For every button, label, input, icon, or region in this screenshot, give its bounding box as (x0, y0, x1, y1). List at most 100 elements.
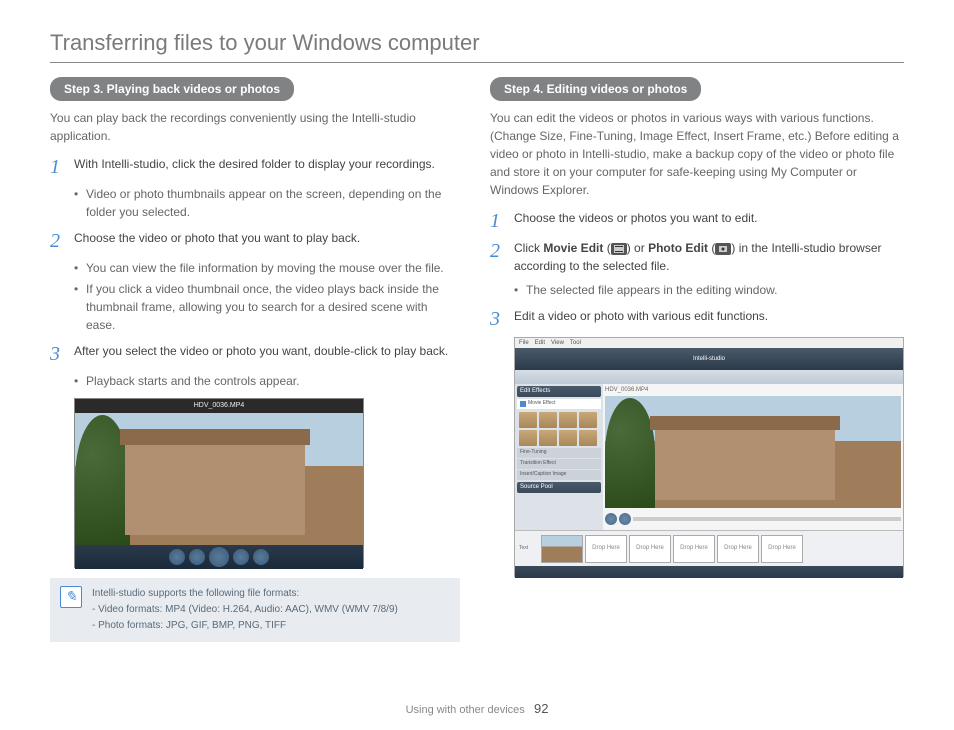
step4-text1: Choose the videos or photos you want to … (514, 209, 904, 233)
insert-caption-row[interactable]: Insert/Caption Image (517, 470, 601, 480)
source-pool-header[interactable]: Source Pool (517, 482, 601, 493)
track-label: Text (519, 545, 539, 553)
step-number-2: 2 (50, 229, 70, 253)
effect-thumb[interactable] (519, 412, 537, 428)
footer: Using with other devices 92 (0, 701, 954, 716)
editor-body: Edit Effects Movie Effect (515, 384, 903, 530)
photo-house (655, 430, 835, 500)
bullet: You can view the file information by mov… (74, 259, 460, 277)
next-icon[interactable] (253, 549, 269, 565)
timeline-drop[interactable]: Drop Here (761, 535, 803, 563)
movie-effect-icon (520, 401, 526, 407)
bullet: Video or photo thumbnails appear on the … (74, 185, 460, 221)
photo-edit-label: Photo Edit (648, 241, 708, 255)
movie-edit-icon (611, 243, 627, 255)
player-photo (75, 413, 363, 545)
note-line: - Video formats: MP4 (Video: H.264, Audi… (92, 602, 398, 617)
effect-thumb[interactable] (519, 430, 537, 446)
step3-1-bullets: Video or photo thumbnails appear on the … (74, 185, 460, 221)
timeline-drop[interactable]: Drop Here (673, 535, 715, 563)
step-number-2: 2 (490, 239, 510, 275)
step4-intro: You can edit the videos or photos in var… (490, 109, 904, 199)
effect-thumb[interactable] (559, 430, 577, 446)
note-box: ✎ Intelli-studio supports the following … (50, 578, 460, 642)
movie-effect-label[interactable]: Movie Effect (528, 400, 555, 408)
step3-2-bullets: You can view the file information by mov… (74, 259, 460, 334)
columns: Step 3. Playing back videos or photos Yo… (50, 77, 904, 642)
editor-topbar: Intelli-studio (515, 348, 903, 370)
step3-text1: With Intelli-studio, click the desired f… (74, 155, 460, 179)
editor-screenshot: File Edit View Tool Intelli-studio Edit … (514, 337, 904, 577)
step4-header: Step 4. Editing videos or photos (490, 77, 701, 101)
photo-roof (120, 429, 310, 445)
step-number-1: 1 (50, 155, 70, 179)
preview-filename: HDV_0036.MP4 (605, 386, 901, 395)
step3-item3: 3 After you select the video or photo yo… (50, 342, 460, 366)
editor-timeline: Text Drop Here Drop Here Drop Here Drop … (515, 530, 903, 566)
step3-text2: Choose the video or photo that you want … (74, 229, 460, 253)
note-line: Intelli-studio supports the following fi… (92, 586, 398, 601)
effect-thumb[interactable] (579, 430, 597, 446)
step-number-1: 1 (490, 209, 510, 233)
bullet: If you click a video thumbnail once, the… (74, 280, 460, 334)
editor-controls (605, 512, 901, 526)
effect-thumbs (517, 410, 601, 448)
menu-item[interactable]: Tool (570, 339, 581, 348)
forward-icon[interactable] (233, 549, 249, 565)
t: Click (514, 241, 543, 255)
bullet: The selected file appears in the editing… (514, 281, 904, 299)
effect-thumb[interactable] (539, 412, 557, 428)
menu-item[interactable]: File (519, 339, 529, 348)
timeline-drop[interactable]: Drop Here (717, 535, 759, 563)
page-title: Transferring files to your Windows compu… (50, 30, 904, 56)
rewind-icon[interactable] (189, 549, 205, 565)
editor-tabrow (515, 370, 903, 384)
player-titlebar: HDV_0036.MP4 (75, 399, 363, 413)
stop-icon[interactable] (619, 513, 631, 525)
note-content: Intelli-studio supports the following fi… (92, 586, 398, 634)
page-number: 92 (534, 701, 548, 716)
fine-tuning-row[interactable]: Fine-Tuning (517, 448, 601, 458)
step3-3-bullets: Playback starts and the controls appear. (74, 372, 460, 390)
app-title: Intelli-studio (693, 355, 725, 364)
effect-thumb[interactable] (539, 430, 557, 446)
play-icon[interactable] (605, 513, 617, 525)
editor-main: HDV_0036.MP4 (603, 384, 903, 530)
footer-text: Using with other devices (406, 704, 525, 716)
step4-item3: 3 Edit a video or photo with various edi… (490, 307, 904, 331)
editor-preview (605, 396, 901, 508)
effect-thumb[interactable] (559, 412, 577, 428)
step4-text2: Click Movie Edit () or Photo Edit () in … (514, 239, 904, 275)
left-column: Step 3. Playing back videos or photos Yo… (50, 77, 460, 642)
menu-item[interactable]: Edit (535, 339, 545, 348)
effect-thumb[interactable] (579, 412, 597, 428)
note-line: - Photo formats: JPG, GIF, BMP, PNG, TIF… (92, 618, 398, 633)
prev-icon[interactable] (169, 549, 185, 565)
t: or (634, 241, 648, 255)
timeline-clip[interactable] (541, 535, 583, 563)
step3-intro: You can play back the recordings conveni… (50, 109, 460, 145)
step4-item2: 2 Click Movie Edit () or Photo Edit () i… (490, 239, 904, 275)
photo-house (125, 445, 305, 535)
step-number-3: 3 (490, 307, 510, 331)
bullet: Playback starts and the controls appear. (74, 372, 460, 390)
seek-bar[interactable] (633, 517, 901, 521)
playback-screenshot: HDV_0036.MP4 (74, 398, 364, 568)
timeline-drop[interactable]: Drop Here (629, 535, 671, 563)
photo-edit-icon (715, 243, 731, 255)
player-controls (75, 545, 363, 569)
right-column: Step 4. Editing videos or photos You can… (490, 77, 904, 642)
transition-row[interactable]: Transition Effect (517, 459, 601, 469)
editor-menubar: File Edit View Tool (515, 338, 903, 348)
editor-sidebar: Edit Effects Movie Effect (515, 384, 603, 530)
step-number-3: 3 (50, 342, 70, 366)
timeline-drop[interactable]: Drop Here (585, 535, 627, 563)
note-icon: ✎ (60, 586, 82, 608)
play-icon[interactable] (209, 547, 229, 567)
photo-roof (650, 416, 840, 430)
side-edit-effects[interactable]: Edit Effects (517, 386, 601, 397)
menu-item[interactable]: View (551, 339, 564, 348)
step3-text3: After you select the video or photo you … (74, 342, 460, 366)
movie-edit-label: Movie Edit (543, 241, 603, 255)
page: Transferring files to your Windows compu… (0, 0, 954, 730)
